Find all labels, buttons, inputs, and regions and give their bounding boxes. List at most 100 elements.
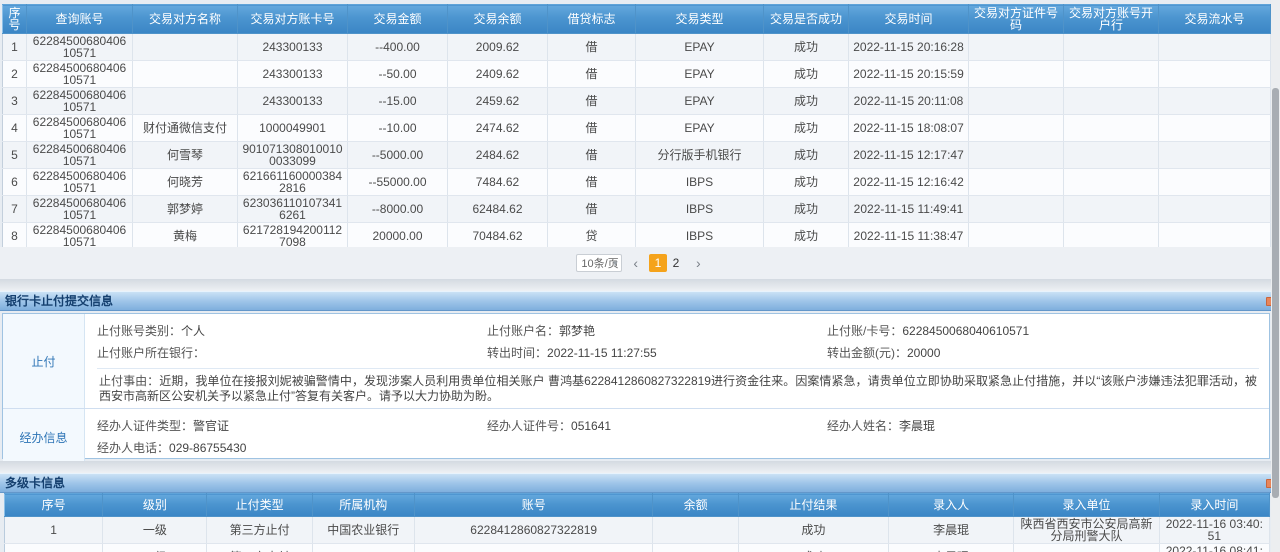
prev-page-button[interactable]: ‹ [630, 255, 641, 271]
table-cell: 郭梦婷 [133, 196, 238, 223]
table-row: 56228450068040610571何雪琴90107130801001000… [3, 142, 1271, 169]
agent-fields-line1: 经办人证件类型：警官证经办人证件号：051641经办人姓名：李晨琨 [97, 419, 1259, 433]
multi-card-section-title: 多级卡信息 [0, 473, 1280, 493]
column-header: 交易余额 [448, 5, 548, 34]
table-cell [312, 544, 414, 552]
table-cell: 2009.62 [448, 34, 548, 61]
table-cell: 2 [3, 61, 27, 88]
table-cell: 成功 [738, 544, 888, 552]
table-cell: 2022-11-15 20:15:59 [849, 61, 969, 88]
table-cell: 6228450068040610571 [27, 61, 133, 88]
table-cell: 2022-11-15 18:08:07 [849, 115, 969, 142]
column-header: 序号 [3, 5, 27, 34]
page-size-select[interactable]: 10条/页 ▼ [576, 254, 622, 272]
table-cell [969, 142, 1064, 169]
stop-payment-section-title: 银行卡止付提交信息 [0, 291, 1280, 311]
column-header: 交易类型 [636, 5, 764, 34]
field-agent-id-number: 经办人证件号：051641 [487, 419, 827, 433]
table-cell: EPAY [636, 115, 764, 142]
table-cell [969, 169, 1064, 196]
page-button-2[interactable]: 2 [667, 254, 685, 272]
section-title-text: 银行卡止付提交信息 [5, 294, 113, 308]
group-label: 止付 [3, 314, 85, 408]
table-cell: 6228412860827322819 [414, 517, 653, 544]
pagination-bar: 10条/页 ▼ ‹ 12 › [0, 247, 1280, 279]
next-page-button[interactable]: › [693, 255, 704, 271]
table-cell: 4 [3, 115, 27, 142]
field-card-number: 止付账/卡号：6228450068040610571 [827, 324, 1259, 338]
table-cell [1064, 61, 1159, 88]
table-cell: 7484.62 [448, 169, 548, 196]
table-cell: 借 [548, 88, 636, 115]
table-cell: 6216611600003842816 [238, 169, 348, 196]
field-stop-reason: 止付事由：近期，我单位在接报刘妮被骗警情中，发现涉案人员利用贵单位相关账户 曹鸿… [99, 374, 1257, 404]
table-cell: 2022-11-15 20:16:28 [849, 34, 969, 61]
table-cell: --50.00 [348, 61, 448, 88]
table-cell: 贷 [548, 223, 636, 250]
vertical-scrollbar[interactable] [1271, 0, 1280, 552]
stop-payment-page: 序号查询账号交易对方名称交易对方账卡号交易金额交易余额借贷标志交易类型交易是否成… [0, 0, 1280, 552]
stop-fields-line2: 止付账户所在银行：转出时间：2022-11-15 11:27:55转出金额(元)… [97, 346, 1259, 360]
table-cell [1159, 115, 1271, 142]
field-label: 转出时间： [487, 346, 547, 360]
table-cell [1159, 88, 1271, 115]
table-cell [1159, 223, 1271, 250]
table-cell: 2 [5, 544, 103, 552]
table-cell: 6235010990500170473 [414, 544, 653, 552]
table-cell: 借 [548, 196, 636, 223]
table-cell: 6228450068040610571 [27, 88, 133, 115]
table-cell: 成功 [738, 517, 888, 544]
table-cell: 陕西省西安市公安局高新分局刑警大队 [1014, 517, 1159, 544]
table-cell: 6228450068040610571 [27, 142, 133, 169]
table-cell: 第三方止付 [207, 517, 312, 544]
field-value: 6228450068040610571 [902, 324, 1029, 338]
field-agent-name: 经办人姓名：李晨琨 [827, 419, 1259, 433]
table-cell: IBPS [636, 196, 764, 223]
section-title-text: 多级卡信息 [5, 476, 65, 490]
table-cell: 1 [5, 517, 103, 544]
table-cell: 李晨琨 [889, 517, 1014, 544]
table-cell: 8 [3, 223, 27, 250]
field-label: 止付账/卡号： [827, 324, 902, 338]
table-cell: 分行版手机银行 [636, 142, 764, 169]
table-row: 2二级第三方止付6235010990500170473成功李晨琨2022-11-… [5, 544, 1270, 552]
page-button-1[interactable]: 1 [649, 254, 667, 272]
table-cell: 何雪琴 [133, 142, 238, 169]
column-header: 所属机构 [312, 494, 414, 517]
table-cell: 二级 [103, 544, 207, 552]
header-row: 序号级别止付类型所属机构账号余额止付结果录入人录入单位录入时间 [5, 494, 1270, 517]
table-cell: 借 [548, 142, 636, 169]
table-cell [1064, 169, 1159, 196]
table-row: 46228450068040610571财付通微信支付1000049901--1… [3, 115, 1271, 142]
column-header: 序号 [5, 494, 103, 517]
field-account-bank: 止付账户所在银行： [97, 346, 487, 360]
table-cell: --5000.00 [348, 142, 448, 169]
table-cell: --15.00 [348, 88, 448, 115]
field-label: 止付事由： [99, 374, 159, 388]
chevron-right-icon: › [696, 255, 701, 271]
table-cell [1064, 196, 1159, 223]
table-cell [1159, 196, 1271, 223]
table-cell [653, 517, 738, 544]
table-cell: 2022-11-16 08:41:56 [1159, 544, 1269, 552]
table-cell: 2484.62 [448, 142, 548, 169]
table-cell: --400.00 [348, 34, 448, 61]
table-cell [1159, 34, 1271, 61]
table-cell: --10.00 [348, 115, 448, 142]
table-cell: 借 [548, 61, 636, 88]
table-cell [969, 88, 1064, 115]
field-label: 止付账号类别： [97, 324, 181, 338]
table-cell [969, 115, 1064, 142]
scrollbar-thumb[interactable] [1272, 88, 1279, 498]
field-label: 止付账户名： [487, 324, 559, 338]
field-value: 郭梦艳 [559, 324, 595, 338]
field-account-name: 止付账户名：郭梦艳 [487, 324, 827, 338]
table-cell: 62484.62 [448, 196, 548, 223]
section-divider [0, 461, 1280, 473]
table-cell: 成功 [764, 196, 849, 223]
field-agent-id-type: 经办人证件类型：警官证 [97, 419, 487, 433]
table-cell: IBPS [636, 169, 764, 196]
column-header: 级别 [103, 494, 207, 517]
field-label: 经办人姓名： [827, 419, 899, 433]
stop-fields-line1: 止付账号类别：个人止付账户名：郭梦艳止付账/卡号：622845006804061… [97, 324, 1259, 338]
